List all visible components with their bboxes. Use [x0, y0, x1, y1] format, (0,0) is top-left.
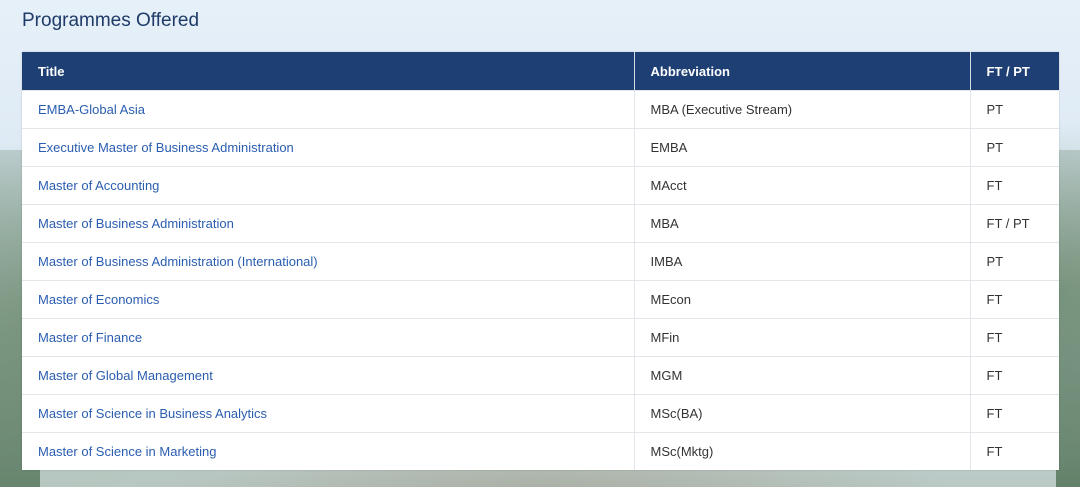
- programme-link[interactable]: Master of Science in Marketing: [38, 444, 216, 459]
- programme-title-cell: Master of Global Management: [22, 356, 635, 395]
- programmes-table: Title Abbreviation FT / PT EMBA-Global A…: [22, 52, 1059, 470]
- programme-link[interactable]: Master of Accounting: [38, 178, 159, 193]
- mode-cell: FT: [970, 394, 1059, 433]
- abbreviation-cell: MAcct: [634, 166, 971, 205]
- programme-title-cell: Master of Finance: [22, 318, 635, 357]
- programme-link[interactable]: Executive Master of Business Administrat…: [38, 140, 294, 155]
- table-row: Master of Accounting MAcct FT: [22, 166, 1059, 205]
- table-row: Master of Business Administration MBA FT…: [22, 204, 1059, 243]
- programme-link[interactable]: Master of Global Management: [38, 368, 213, 383]
- abbreviation-cell: MBA (Executive Stream): [634, 90, 971, 129]
- mode-cell: PT: [970, 90, 1059, 129]
- abbreviation-cell: MBA: [634, 204, 971, 243]
- programmes-table-container: Title Abbreviation FT / PT EMBA-Global A…: [22, 52, 1059, 470]
- mode-cell: FT / PT: [970, 204, 1059, 243]
- programme-title-cell: Master of Science in Marketing: [22, 432, 635, 470]
- table-row: Master of Science in Marketing MSc(Mktg)…: [22, 432, 1059, 470]
- table-row: Master of Science in Business Analytics …: [22, 394, 1059, 433]
- abbreviation-cell: MFin: [634, 318, 971, 357]
- table-row: Master of Finance MFin FT: [22, 318, 1059, 357]
- header-row: Title Abbreviation FT / PT: [22, 52, 1059, 91]
- abbreviation-cell: MSc(BA): [634, 394, 971, 433]
- mode-cell: FT: [970, 432, 1059, 470]
- programme-title-cell: Master of Business Administration (Inter…: [22, 242, 635, 281]
- table-body: EMBA-Global Asia MBA (Executive Stream) …: [22, 90, 1059, 470]
- programme-link[interactable]: Master of Economics: [38, 292, 159, 307]
- programme-link[interactable]: EMBA-Global Asia: [38, 102, 145, 117]
- mode-cell: FT: [970, 356, 1059, 395]
- programme-title-cell: Master of Accounting: [22, 166, 635, 205]
- programme-title-cell: EMBA-Global Asia: [22, 90, 635, 129]
- programme-title-cell: Executive Master of Business Administrat…: [22, 128, 635, 167]
- table-row: Master of Business Administration (Inter…: [22, 242, 1059, 281]
- mode-cell: FT: [970, 280, 1059, 319]
- background-foliage-right: [1056, 150, 1080, 487]
- programme-link[interactable]: Master of Science in Business Analytics: [38, 406, 267, 421]
- mode-cell: PT: [970, 128, 1059, 167]
- page-title: Programmes Offered: [22, 10, 200, 31]
- abbreviation-cell: EMBA: [634, 128, 971, 167]
- column-header-mode: FT / PT: [970, 52, 1059, 91]
- column-header-title: Title: [22, 52, 635, 91]
- programme-title-cell: Master of Economics: [22, 280, 635, 319]
- programme-link[interactable]: Master of Business Administration (Inter…: [38, 254, 318, 269]
- column-header-abbreviation: Abbreviation: [634, 52, 971, 91]
- programme-link[interactable]: Master of Finance: [38, 330, 142, 345]
- table-row: Executive Master of Business Administrat…: [22, 128, 1059, 167]
- abbreviation-cell: IMBA: [634, 242, 971, 281]
- abbreviation-cell: MEcon: [634, 280, 971, 319]
- mode-cell: FT: [970, 166, 1059, 205]
- programme-title-cell: Master of Science in Business Analytics: [22, 394, 635, 433]
- programme-title-cell: Master of Business Administration: [22, 204, 635, 243]
- table-header: Title Abbreviation FT / PT: [22, 52, 1059, 91]
- mode-cell: PT: [970, 242, 1059, 281]
- abbreviation-cell: MGM: [634, 356, 971, 395]
- table-row: EMBA-Global Asia MBA (Executive Stream) …: [22, 90, 1059, 129]
- table-row: Master of Global Management MGM FT: [22, 356, 1059, 395]
- mode-cell: FT: [970, 318, 1059, 357]
- programme-link[interactable]: Master of Business Administration: [38, 216, 234, 231]
- table-row: Master of Economics MEcon FT: [22, 280, 1059, 319]
- abbreviation-cell: MSc(Mktg): [634, 432, 971, 470]
